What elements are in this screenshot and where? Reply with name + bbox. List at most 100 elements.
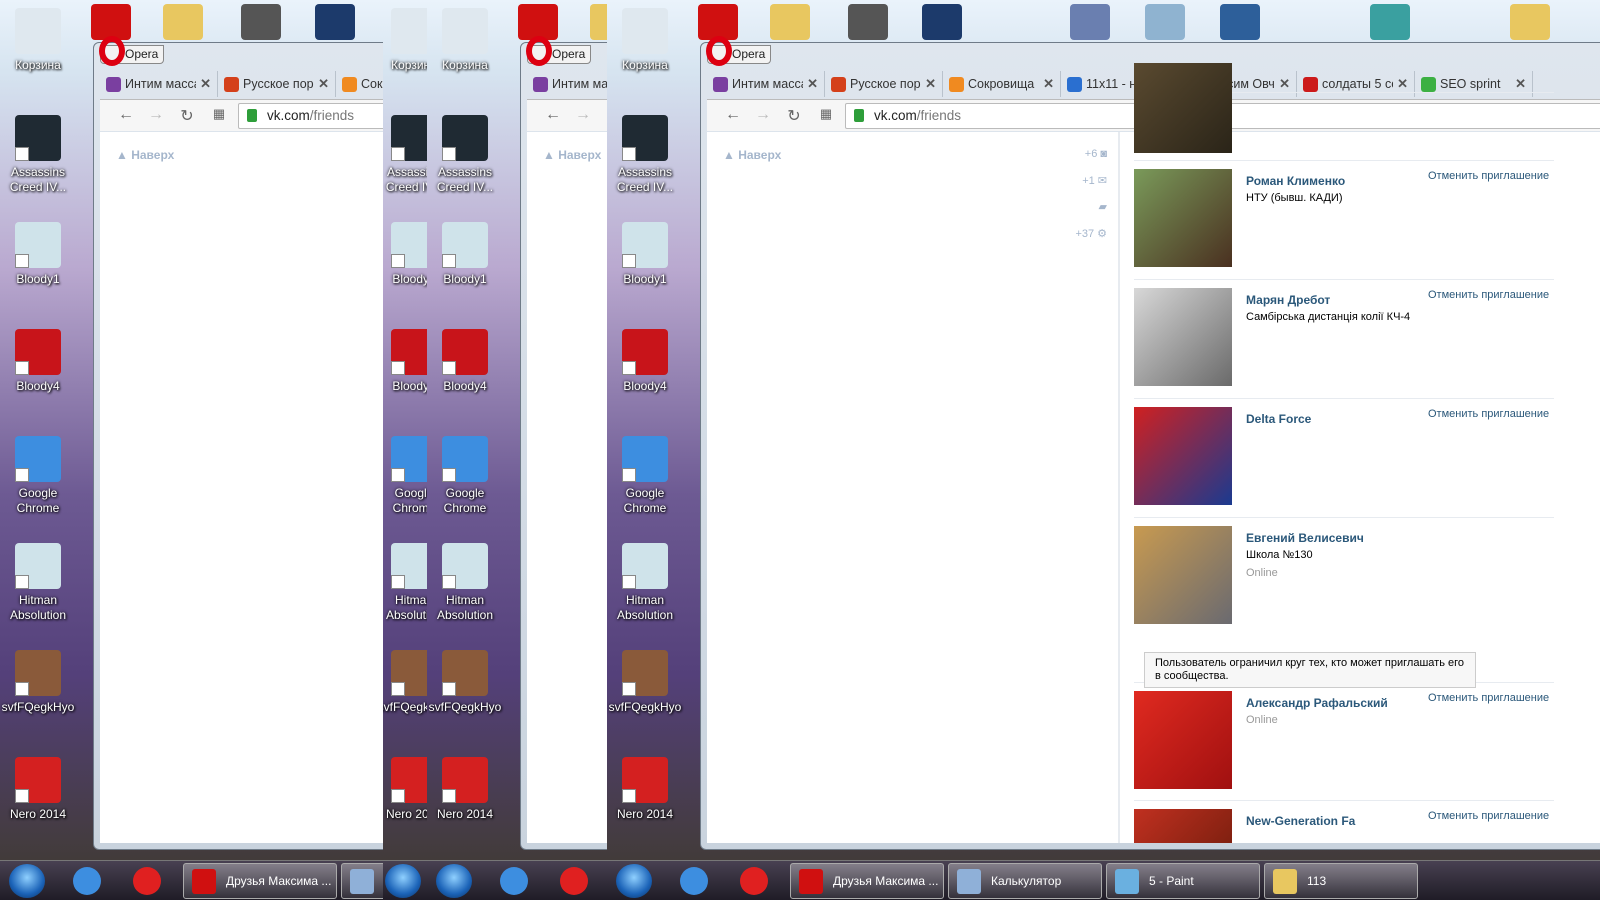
friend-name[interactable]: Delta Force [1246, 412, 1311, 426]
browser-tab[interactable]: Русское пор ✕ [218, 71, 336, 97]
taskbar-task[interactable]: 113 [1264, 863, 1418, 899]
cancel-invitation-link[interactable]: Отменить приглашение [1428, 170, 1549, 182]
start-button[interactable] [385, 864, 421, 898]
speed-dial-grid-icon[interactable]: ▦ [209, 106, 229, 122]
desktop-icon[interactable]: Bloody1 [0, 222, 76, 287]
opera-icon[interactable] [91, 4, 131, 40]
desktop-icon[interactable]: Bloody4 [383, 329, 427, 394]
world-of-tanks-icon[interactable] [848, 4, 888, 40]
opera-menu-button[interactable]: Opera [706, 36, 771, 66]
back-arrow-icon[interactable]: ← [543, 106, 563, 124]
reload-icon[interactable]: ↻ [604, 106, 607, 126]
world-of-tanks-icon[interactable] [241, 4, 281, 40]
opera-icon[interactable] [518, 4, 558, 40]
desktop-icon[interactable]: Bloody4 [0, 329, 76, 394]
desktop-icon[interactable]: Bloody4 [427, 329, 503, 394]
desktop-icon[interactable]: Nero 2014 [0, 757, 76, 822]
scroll-to-top-link[interactable]: ▲ Наверх [543, 148, 601, 162]
tab-close-icon[interactable]: ✕ [807, 76, 818, 92]
desktop-icon[interactable]: Корзина [607, 8, 683, 73]
desktop-icon[interactable]: Корзина [0, 8, 76, 73]
tab-close-icon[interactable]: ✕ [200, 76, 211, 92]
tab-close-icon[interactable]: ✕ [925, 76, 936, 92]
photoshop-icon[interactable] [922, 4, 962, 40]
friend-name[interactable]: Марян Дребот [1246, 293, 1330, 307]
forward-arrow-icon[interactable]: → [753, 106, 773, 124]
desktop-icon[interactable]: Корзина [383, 8, 427, 73]
taskbar-task[interactable]: 5 - Paint [1106, 863, 1260, 899]
desktop-icon[interactable]: Google Chrome [383, 436, 427, 516]
desktop-icon[interactable]: Bloody1 [383, 222, 427, 287]
taskbar-task[interactable]: Друзья Максима ... [790, 863, 944, 899]
desktop-icon[interactable]: svfFQegkHyo [427, 650, 503, 715]
friend-photo[interactable] [1134, 169, 1232, 267]
start-button[interactable] [9, 864, 45, 898]
folder-2-icon[interactable] [1510, 4, 1550, 40]
chrome-icon[interactable] [680, 867, 708, 895]
reload-icon[interactable]: ↻ [177, 106, 197, 126]
browser-tab[interactable]: Русское пор ✕ [825, 71, 943, 97]
tab-close-icon[interactable]: ✕ [318, 76, 329, 92]
desktop-icon[interactable]: Hitman Absolution [427, 543, 503, 623]
desktop-icon[interactable]: Nero 2014 [427, 757, 503, 822]
desktop-icon[interactable]: Google Chrome [427, 436, 503, 516]
desktop-icon[interactable]: Assassins Creed IV... [383, 115, 427, 195]
friend-photo[interactable] [1134, 809, 1232, 843]
reload-icon[interactable]: ↻ [784, 106, 804, 126]
cancel-invitation-link[interactable]: Отменить приглашение [1428, 289, 1549, 301]
desktop-icon[interactable]: svfFQegkHyo [607, 650, 683, 715]
tab-close-icon[interactable]: ✕ [1397, 76, 1408, 92]
friend-name[interactable]: New-Generation Fa [1246, 814, 1355, 828]
yandex-icon[interactable] [133, 867, 161, 895]
sidebar-counter-chat[interactable]: ▰ [1067, 200, 1107, 213]
sidebar-counter-camera[interactable]: +6 ◙ [1067, 148, 1107, 160]
sidebar-counter-mail[interactable]: +1 ✉ [1067, 174, 1107, 187]
landscape-icon[interactable] [1145, 4, 1185, 40]
scroll-to-top-link[interactable]: ▲ Наверх [116, 148, 174, 162]
desktop-icon[interactable]: Bloody4 [607, 329, 683, 394]
desktop-icon[interactable]: Google Chrome [0, 436, 76, 516]
friend-name[interactable]: Роман Клименко [1246, 174, 1345, 188]
yandex-icon[interactable] [560, 867, 588, 895]
back-arrow-icon[interactable]: ← [723, 106, 743, 124]
desktop-icon[interactable]: Bloody1 [607, 222, 683, 287]
browser-tab[interactable]: Сокровища✕ [336, 71, 383, 97]
browser-tab[interactable]: Интим масса✕ [707, 71, 825, 97]
tab-close-icon[interactable]: ✕ [1515, 76, 1526, 92]
desktop-icon[interactable]: Nero 2014 [607, 757, 683, 822]
desktop-icon[interactable]: svfFQegkHyo [0, 650, 76, 715]
tab-close-icon[interactable]: ✕ [1279, 76, 1290, 92]
browser-tab[interactable]: Интим масса✕ [100, 71, 218, 97]
sidebar-counter-gear[interactable]: +37 ⚙ [1067, 227, 1107, 240]
start-button[interactable] [616, 864, 652, 898]
desktop-icon[interactable]: Assassins Creed IV... [607, 115, 683, 195]
back-arrow-icon[interactable]: ← [116, 106, 136, 124]
friend-photo[interactable] [1134, 691, 1232, 789]
scroll-to-top-link[interactable]: ▲ Наверх [723, 148, 781, 162]
photoshop-icon[interactable] [315, 4, 355, 40]
desktop-icon[interactable]: Hitman Absolution [383, 543, 427, 623]
taskbar-task[interactable]: Друзья Максима ... [183, 863, 337, 899]
browser-tab[interactable]: Интим масса✕ [527, 71, 607, 97]
folder-icon[interactable] [163, 4, 203, 40]
opera-icon[interactable] [698, 4, 738, 40]
cancel-invitation-link[interactable]: Отменить приглашение [1428, 692, 1549, 704]
book-icon[interactable] [1220, 4, 1260, 40]
taskbar-task[interactable]: Калькулятор [948, 863, 1102, 899]
speed-dial-grid-icon[interactable]: ▦ [816, 106, 836, 122]
chrome-icon[interactable] [500, 867, 528, 895]
desktop-icon[interactable]: Hitman Absolution [607, 543, 683, 623]
forward-arrow-icon[interactable]: → [573, 106, 593, 124]
friend-photo[interactable] [1134, 526, 1232, 624]
start-button[interactable] [436, 864, 472, 898]
picture-icon[interactable] [1070, 4, 1110, 40]
friend-photo[interactable] [1134, 63, 1232, 153]
address-bar[interactable]: vk.com/friends [238, 103, 383, 129]
desktop-icon[interactable]: Bloody1 [427, 222, 503, 287]
desktop-icon[interactable]: Hitman Absolution [0, 543, 76, 623]
desktop-icon[interactable]: Nero 2014 [383, 757, 427, 822]
desktop-icon[interactable]: Assassins Creed IV... [427, 115, 503, 195]
friend-name[interactable]: Евгений Велисевич [1246, 531, 1364, 545]
friend-name[interactable]: Александр Рафальский [1246, 696, 1388, 710]
opera-menu-button[interactable]: Opera [526, 36, 591, 66]
